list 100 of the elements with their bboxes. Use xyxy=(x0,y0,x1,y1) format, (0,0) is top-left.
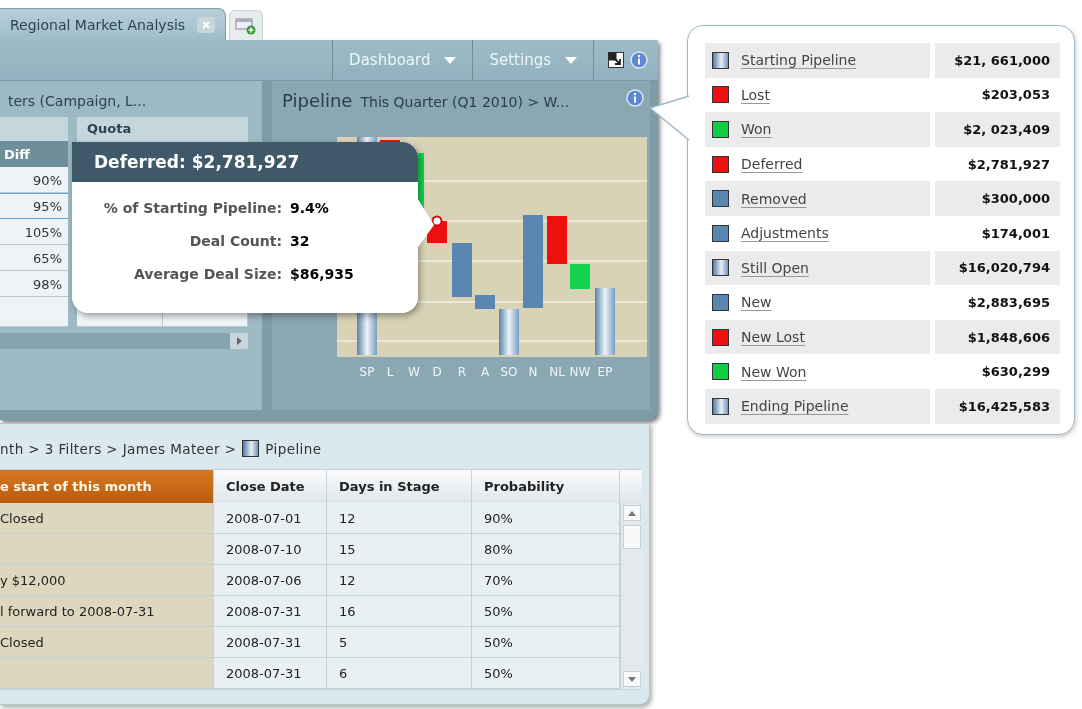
legend-item[interactable]: Adjustments xyxy=(705,215,930,251)
chart-bar[interactable] xyxy=(499,309,519,355)
legend-item[interactable]: Ending Pipeline xyxy=(705,388,930,424)
table-cell: 95% xyxy=(0,193,68,219)
legend-item[interactable]: New Lost xyxy=(705,319,930,355)
chart-subtitle: This Quarter (Q1 2010) > W... xyxy=(360,94,571,110)
down-arrow-icon xyxy=(627,676,636,682)
tooltip-value: $86,935 xyxy=(290,266,355,282)
axis-label: W xyxy=(408,365,420,379)
table-cell: 50% xyxy=(472,658,620,689)
caret-icon xyxy=(444,56,457,64)
info-icon xyxy=(630,51,648,69)
axis-label: A xyxy=(480,365,490,379)
chart-title: Pipeline xyxy=(282,90,353,111)
table-cell: 15 xyxy=(327,534,472,565)
column-header[interactable]: e start of this month xyxy=(0,470,214,503)
table-cell: 12 xyxy=(327,503,472,534)
legend-item[interactable]: Starting Pipeline xyxy=(705,43,930,78)
table-cell: 2008-07-31 xyxy=(214,658,327,689)
panel-title: ters (Campaign, L... xyxy=(7,92,148,111)
table-cell: 80% xyxy=(472,534,620,565)
table-cell: 2008-07-31 xyxy=(214,596,327,627)
tab[interactable]: Regional Market Analysis xyxy=(0,8,227,40)
tooltip-title: Deferred: $2,781,927 xyxy=(72,142,418,182)
chart-bar[interactable] xyxy=(595,288,615,355)
table-cell: Closed xyxy=(0,627,214,658)
axis-label: SO xyxy=(500,365,518,379)
legend-value: $174,001 xyxy=(980,224,1051,243)
info-button[interactable] xyxy=(626,89,644,107)
axis-label: L xyxy=(386,365,394,379)
caret-icon xyxy=(565,56,577,64)
table-cell: 70% xyxy=(472,565,620,596)
tooltip-label: Deal Count: xyxy=(188,233,282,249)
axis-label: R xyxy=(457,365,467,379)
data-point-marker[interactable] xyxy=(431,215,443,227)
legend-value: $2,781,927 xyxy=(966,155,1051,174)
tooltip-label: % of Starting Pipeline: xyxy=(102,200,282,216)
tooltip-value: 9.4% xyxy=(290,200,330,216)
table-cell: 2008-07-31 xyxy=(214,627,327,658)
table-cell: 98% xyxy=(0,271,68,297)
column-header[interactable]: Close Date xyxy=(214,470,327,503)
tooltip-label: Average Deal Size: xyxy=(132,266,282,282)
breadcrumb-link[interactable]: Pipeline xyxy=(265,440,322,457)
legend-value: $203,053 xyxy=(980,86,1051,105)
vertical-scrollbar[interactable] xyxy=(620,503,642,689)
table-cell: 90% xyxy=(472,503,620,534)
up-arrow-icon xyxy=(627,510,636,516)
table-cell: 105% xyxy=(0,219,68,245)
horizontal-scrollbar[interactable] xyxy=(0,333,248,349)
info-button[interactable] xyxy=(630,51,648,69)
scroll-up-button[interactable] xyxy=(622,505,641,521)
header-cell xyxy=(0,117,68,141)
add-tab-button[interactable] xyxy=(229,10,264,40)
table-cell: 16 xyxy=(327,596,472,627)
table-cell: 12 xyxy=(327,565,472,596)
table-cell: 65% xyxy=(0,245,68,271)
scroll-right-button[interactable] xyxy=(230,333,248,349)
info-icon xyxy=(626,89,644,107)
resize-icon xyxy=(608,52,624,68)
legend-value: $300,000 xyxy=(935,181,1060,216)
column-header: Diff xyxy=(0,141,68,167)
legend-value: $2,883,695 xyxy=(966,293,1051,312)
legend-value: $1,848,606 xyxy=(935,319,1060,355)
legend-item[interactable]: Still Open xyxy=(705,250,930,286)
table-cell: 6 xyxy=(327,658,472,689)
table-cell: 5 xyxy=(327,627,472,658)
axis-label: NW xyxy=(569,365,591,379)
breadcrumb: nth > 3 Filters > James Mateer > xyxy=(0,440,237,457)
tooltip-value: 32 xyxy=(290,233,311,249)
legend-item[interactable]: Won xyxy=(705,112,930,147)
axis-label: EP xyxy=(597,365,613,379)
close-icon xyxy=(202,20,211,29)
axis-label: SP xyxy=(359,365,375,379)
table-cell: 2008-07-06 xyxy=(214,565,327,596)
table-cell: Closed xyxy=(0,503,214,534)
table-cell: 2008-07-10 xyxy=(214,534,327,565)
resize-button[interactable] xyxy=(608,52,624,68)
pipeline-icon xyxy=(242,440,260,457)
table-cell: 50% xyxy=(472,596,620,627)
legend-value: $21, 661,000 xyxy=(935,43,1060,78)
legend-value: $630,299 xyxy=(980,363,1051,382)
table-cell xyxy=(0,297,68,327)
scroll-thumb[interactable] xyxy=(622,525,641,549)
table-cell: 50% xyxy=(472,627,620,658)
legend-item[interactable]: New xyxy=(705,285,930,320)
column-header[interactable]: Probability xyxy=(472,470,620,503)
table-cell: y $12,000 xyxy=(0,565,214,596)
column-header[interactable]: Days in Stage xyxy=(327,470,472,503)
scroll-down-button[interactable] xyxy=(622,671,641,687)
table-cell: 90% xyxy=(0,167,68,193)
table-cell: 2008-07-01 xyxy=(214,503,327,534)
legend-item[interactable]: Removed xyxy=(705,181,930,216)
add-window-icon xyxy=(235,16,258,35)
legend-value: $2, 023,409 xyxy=(935,112,1060,147)
legend-item[interactable]: Lost xyxy=(705,77,930,113)
close-button[interactable] xyxy=(197,16,216,33)
legend-item[interactable]: New Won xyxy=(705,354,930,389)
legend-item[interactable]: Deferred xyxy=(705,146,930,182)
axis-label: NL xyxy=(549,365,565,379)
legend-value: $16,425,583 xyxy=(935,388,1060,424)
